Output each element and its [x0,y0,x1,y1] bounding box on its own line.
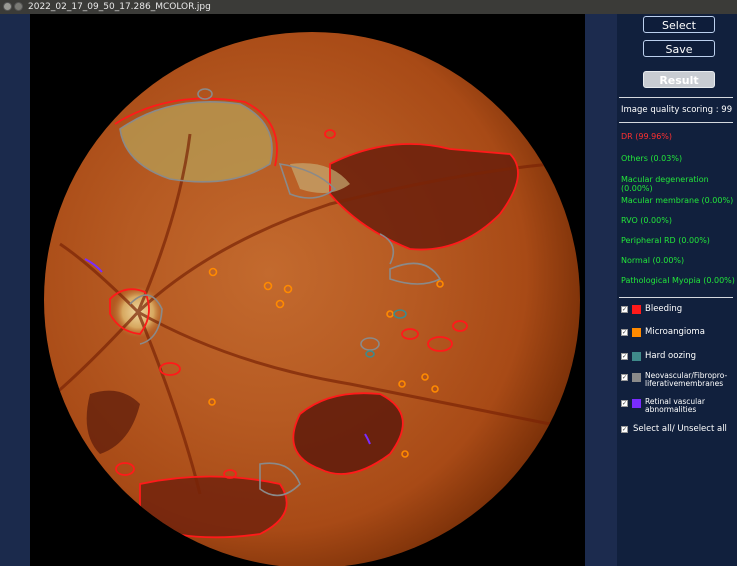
save-button[interactable]: Save [643,40,715,57]
left-margin [0,14,30,566]
minimize-icon[interactable] [14,2,23,11]
diagnosis-item: Peripheral RD (0.00%) [621,236,710,245]
diagnosis-item: Macular degeneration (0.00%) [621,175,709,193]
diagnosis-item: Pathological Myopia (0.00%) [621,276,735,285]
select-all-label: Select all/ Unselect all [633,424,727,434]
legend-label: Bleeding [645,304,683,314]
legend-swatch [632,328,641,337]
checkmark-icon[interactable]: ✓ [621,306,628,313]
checkmark-icon[interactable]: ✓ [621,426,628,433]
window-title: 2022_02_17_09_50_17.286_MCOLOR.jpg [28,2,211,12]
checkmark-icon[interactable]: ✓ [621,400,628,407]
fundus-image-viewer[interactable] [30,14,585,566]
checkmark-icon[interactable]: ✓ [621,329,628,336]
legend-item[interactable]: ✓ Microangioma [621,327,705,337]
diagnosis-item: Normal (0.00%) [621,256,685,265]
image-quality-score: Image quality scoring : 99 [621,105,733,115]
select-button[interactable]: Select [643,16,715,33]
panel-divider [585,14,617,566]
checkmark-icon[interactable]: ✓ [621,374,628,381]
result-button[interactable]: Result [643,71,715,88]
legend-label: Hard oozing [645,351,697,361]
checkmark-icon[interactable]: ✓ [621,353,628,360]
legend-item[interactable]: ✓ Retinal vascular abnormalities [621,398,729,414]
close-icon[interactable] [3,2,12,11]
diagnosis-item: DR (99.96%) [621,132,673,141]
select-all-toggle[interactable]: ✓ Select all/ Unselect all [621,424,727,434]
divider [619,297,733,298]
divider [619,97,733,98]
diagnosis-item: Others (0.03%) [621,154,683,163]
legend-label: Microangioma [645,327,705,337]
divider [619,122,733,123]
legend-swatch [632,305,641,314]
title-bar: 2022_02_17_09_50_17.286_MCOLOR.jpg [0,0,737,14]
fundus-image [44,32,580,566]
legend-label: Retinal vascular abnormalities [645,397,705,414]
legend-label: Neovascular/Fibropro-liferativemembranes [645,371,728,388]
diagnosis-item: Macular membrane (0.00%) [621,196,734,205]
legend-swatch [632,373,641,382]
control-panel: Select Save Result Image quality scoring… [617,14,737,566]
legend-item[interactable]: ✓ Hard oozing [621,351,696,361]
legend-swatch [632,352,641,361]
legend-item[interactable]: ✓ Neovascular/Fibropro-liferativemembrane… [621,372,729,388]
diagnosis-item: RVO (0.00%) [621,216,672,225]
legend-item[interactable]: ✓ Bleeding [621,304,682,314]
legend-swatch [632,399,641,408]
